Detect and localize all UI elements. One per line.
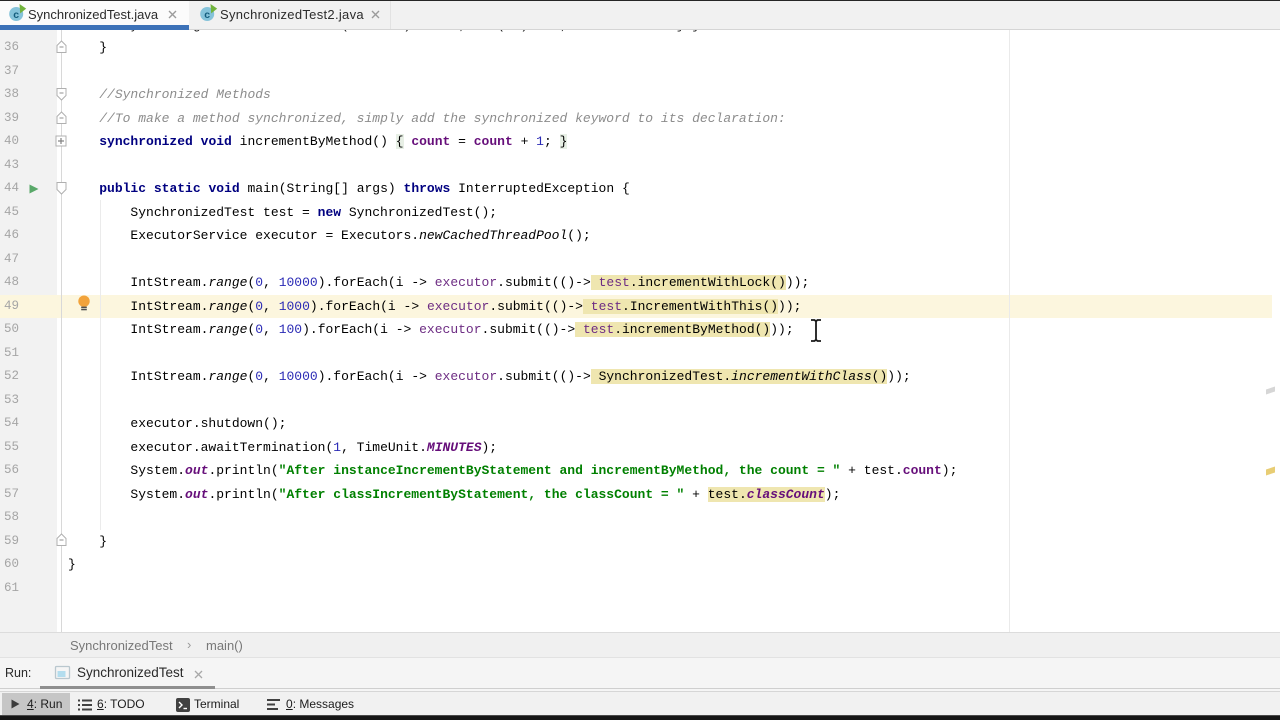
svg-text:c: c [13, 9, 19, 21]
svg-text:c: c [204, 9, 210, 21]
